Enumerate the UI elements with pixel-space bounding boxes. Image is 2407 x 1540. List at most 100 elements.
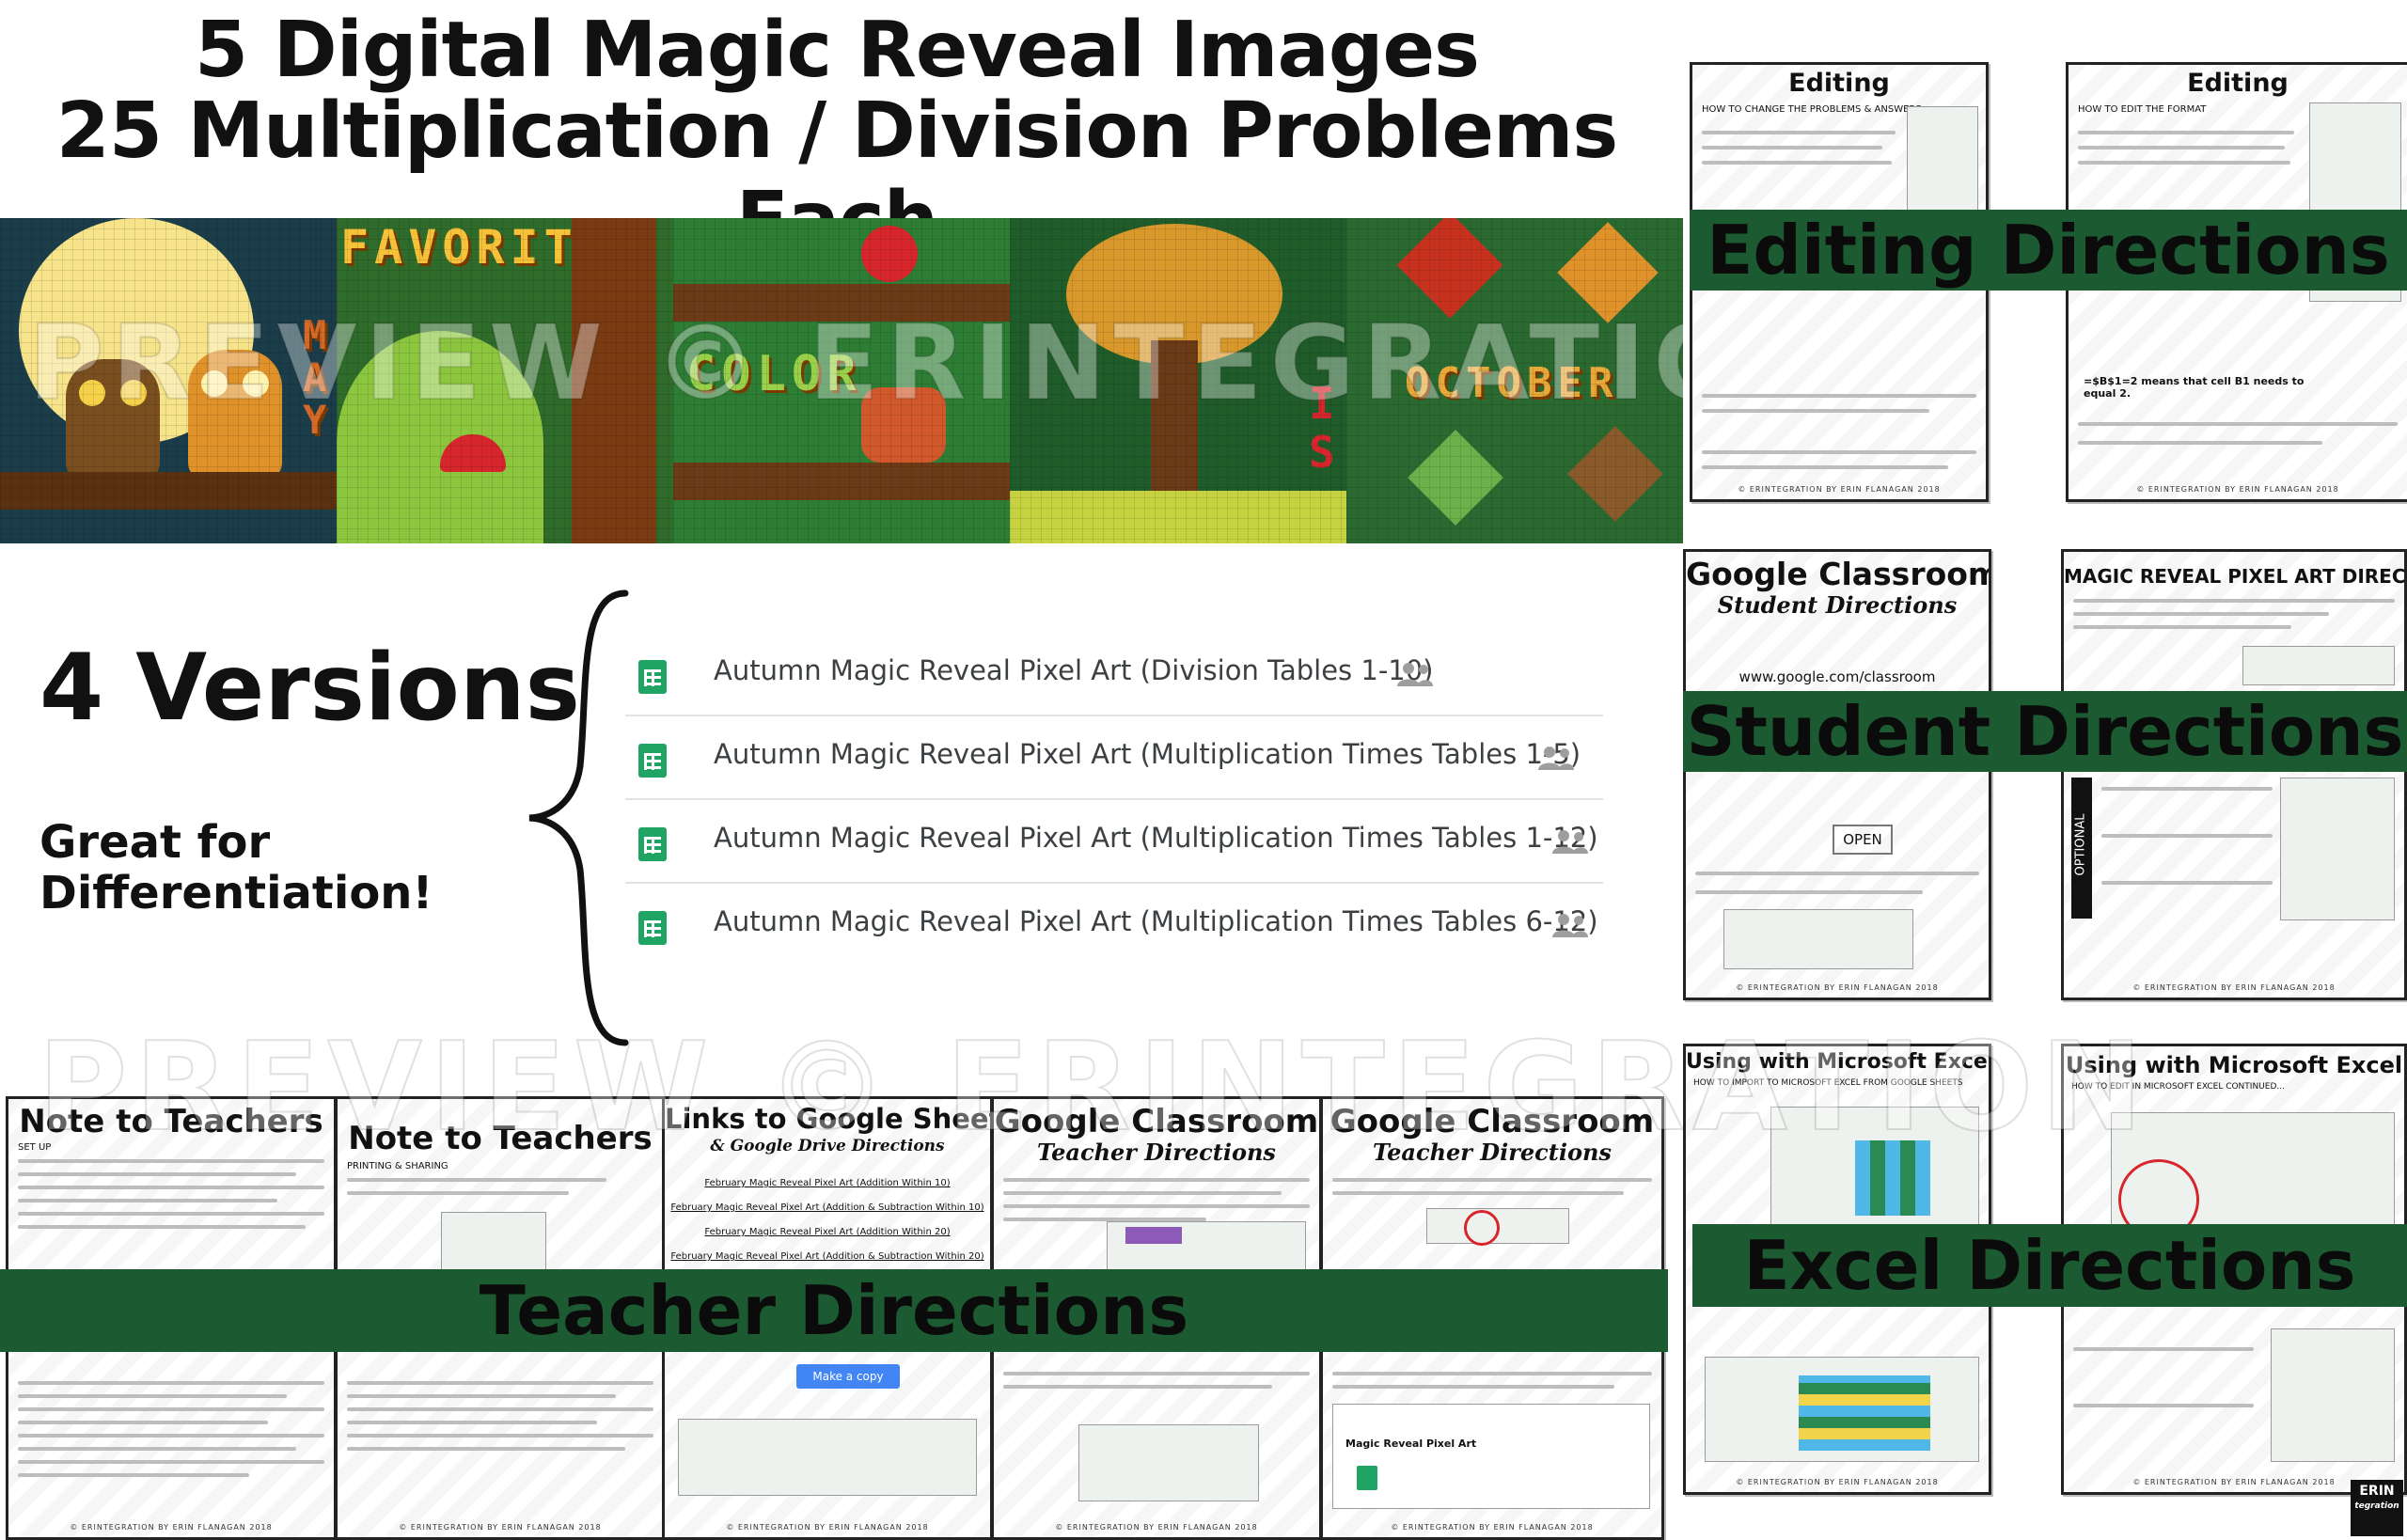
banner-student-directions: Student Directions	[1683, 691, 2407, 772]
thumb-footer: © ERINTEGRATION BY ERIN FLANAGAN 2018	[1055, 1523, 1258, 1532]
thumb-title: Links to Google Sheets	[665, 1103, 993, 1135]
art-word-s: S	[1309, 427, 1341, 478]
thumb-footer: © ERINTEGRATION BY ERIN FLANAGAN 2018	[70, 1523, 273, 1532]
pixel-art-strip: M A Y FAVORITE COLOR I S OCTOBER PREVIEW…	[0, 218, 1683, 543]
sheet-link-1[interactable]: February Magic Reveal Pixel Art (Additio…	[665, 1178, 990, 1188]
thumb-subtitle: HOW TO CHANGE THE PROBLEMS & ANSWERS	[1702, 104, 1922, 115]
file-row[interactable]: Autumn Magic Reveal Pixel Art (Multiplic…	[625, 717, 1603, 800]
shared-people-icon	[1397, 663, 1433, 686]
leaf-red	[1396, 218, 1503, 319]
art-word-october: OCTOBER	[1405, 359, 1619, 407]
thumb-title: Using with Microsoft Excel	[2065, 1052, 2403, 1078]
thumb-title: Note to Teachers	[348, 1120, 653, 1157]
thumb-footer: © ERINTEGRATION BY ERIN FLANAGAN 2018	[1736, 983, 1939, 992]
thumb-footer: © ERINTEGRATION BY ERIN FLANAGAN 2018	[1738, 485, 1941, 494]
thumb-title: MAGIC REVEAL PIXEL ART DIRECTIONS	[2064, 565, 2406, 588]
versions-heading: 4 Versions	[39, 635, 580, 742]
thumb-footer: © ERINTEGRATION BY ERIN FLANAGAN 2018	[726, 1523, 929, 1532]
owl-left	[66, 359, 160, 481]
formula-note: =$B$1=2 means that cell B1 needs to equa…	[2084, 375, 2305, 400]
file-row[interactable]: Autumn Magic Reveal Pixel Art (Multiplic…	[625, 885, 1603, 966]
card-title: Magic Reveal Pixel Art	[1345, 1438, 1477, 1450]
thumb-title: Editing	[1788, 69, 1890, 98]
branch-2	[673, 284, 1010, 322]
google-sheets-icon	[638, 660, 667, 694]
erintegration-logo: ERIN tegration	[2351, 1480, 2403, 1536]
open-button: OPEN	[1833, 825, 1893, 855]
thumb-subtitle: Teacher Directions	[1373, 1139, 1612, 1166]
file-row[interactable]: Autumn Magic Reveal Pixel Art (Division …	[625, 634, 1603, 716]
owl-right	[188, 350, 282, 481]
art-word-i: I	[1309, 378, 1341, 429]
thumb-subtitle: SET UP	[18, 1142, 52, 1153]
optional-tag: OPTIONAL	[2071, 778, 2092, 919]
file-name: Autumn Magic Reveal Pixel Art (Division …	[714, 654, 1434, 686]
sheet-link-2[interactable]: February Magic Reveal Pixel Art (Additio…	[665, 1202, 990, 1213]
thumb-title: Note to Teachers	[19, 1103, 323, 1140]
art-word-a: A	[303, 354, 333, 401]
thumb-subtitle: PRINTING & SHARING	[347, 1161, 448, 1171]
thumb-subtitle: & Google Drive Directions	[710, 1137, 945, 1155]
branch-3	[673, 463, 1010, 500]
tree-trunk	[572, 218, 656, 543]
thumb-gclass-student: Google Classroom Student Directions www.…	[1683, 549, 1991, 1000]
ground	[1010, 491, 1346, 543]
pixel-art-october: OCTOBER	[1346, 218, 1683, 543]
pixel-preview	[1855, 1140, 1930, 1216]
leaf-brown	[1567, 426, 1663, 522]
google-sheets-icon	[638, 911, 667, 945]
thumb-title: Google Classroom	[1329, 1103, 1655, 1140]
curly-brace	[528, 589, 629, 1046]
squirrel	[861, 387, 946, 463]
art-word-m: M	[303, 312, 333, 358]
branch	[0, 472, 337, 510]
file-name: Autumn Magic Reveal Pixel Art (Multiplic…	[714, 822, 1598, 854]
thumb-footer: © ERINTEGRATION BY ERIN FLANAGAN 2018	[1391, 1523, 1594, 1532]
thumb-subtitle: Student Directions	[1717, 591, 1958, 619]
thumb-subtitle: HOW TO EDIT THE FORMAT	[2078, 104, 2207, 115]
thumb-footer: © ERINTEGRATION BY ERIN FLANAGAN 2018	[399, 1523, 602, 1532]
sheet-link-3[interactable]: February Magic Reveal Pixel Art (Additio…	[665, 1227, 990, 1237]
thumb-title: Using with Microsoft Excel	[1686, 1050, 1991, 1074]
thumb-footer: © ERINTEGRATION BY ERIN FLANAGAN 2018	[2136, 485, 2339, 494]
banner-teacher-directions: Teacher Directions	[0, 1269, 1668, 1352]
highlight-circle	[1464, 1210, 1500, 1246]
hill	[337, 331, 543, 543]
thumb-footer: © ERINTEGRATION BY ERIN FLANAGAN 2018	[2132, 983, 2336, 992]
thumb-subtitle: HOW TO EDIT IN MICROSOFT EXCEL CONTINUED…	[2071, 1082, 2285, 1092]
make-copy-button: Make a copy	[796, 1364, 900, 1389]
banner-editing-directions: Editing Directions	[1690, 210, 2407, 291]
thumb-footer: © ERINTEGRATION BY ERIN FLANAGAN 2018	[1736, 1478, 1939, 1486]
versions-subtext-2: Differentiation!	[39, 867, 433, 919]
art-word-color: COLOR	[686, 346, 862, 402]
thumb-title: Google Classroom	[1686, 556, 1991, 592]
apple	[861, 226, 918, 282]
file-name: Autumn Magic Reveal Pixel Art (Multiplic…	[714, 905, 1598, 937]
google-sheets-icon	[1357, 1466, 1377, 1490]
pixel-preview	[1799, 1375, 1930, 1451]
thumb-title: Google Classroom	[994, 1103, 1319, 1140]
thumb-subtitle: Teacher Directions	[1037, 1139, 1276, 1166]
title-line-1: 5 Digital Magic Reveal Images	[195, 6, 1480, 95]
tree-trunk-2	[1151, 340, 1198, 500]
banner-excel-directions: Excel Directions	[1692, 1224, 2407, 1307]
thumb-title: Editing	[2187, 69, 2289, 98]
google-sheets-icon	[638, 827, 667, 861]
file-name: Autumn Magic Reveal Pixel Art (Multiplic…	[714, 738, 1581, 770]
versions-subtext-1: Great for	[39, 816, 271, 869]
thumb-magic-reveal-directions: MAGIC REVEAL PIXEL ART DIRECTIONS OPTION…	[2061, 549, 2407, 1000]
sheet-link-4[interactable]: February Magic Reveal Pixel Art (Additio…	[665, 1251, 990, 1262]
art-word-y: Y	[303, 397, 333, 443]
file-row[interactable]: Autumn Magic Reveal Pixel Art (Multiplic…	[625, 801, 1603, 884]
pixel-art-favorite: FAVORITE	[337, 218, 673, 543]
pixel-art-tree: I S	[1010, 218, 1346, 543]
pixel-art-color: COLOR	[673, 218, 1010, 543]
shared-people-icon	[1538, 746, 1574, 770]
thumb-subtitle: HOW TO IMPORT TO MICROSOFT EXCEL FROM GO…	[1693, 1078, 1963, 1088]
purple-button	[1125, 1227, 1182, 1244]
shared-people-icon	[1552, 830, 1588, 854]
google-sheets-icon	[638, 744, 667, 778]
pixel-art-owls: M A Y	[0, 218, 337, 543]
classroom-url: www.google.com/classroom	[1738, 668, 1936, 685]
leaf-green	[1408, 430, 1503, 526]
